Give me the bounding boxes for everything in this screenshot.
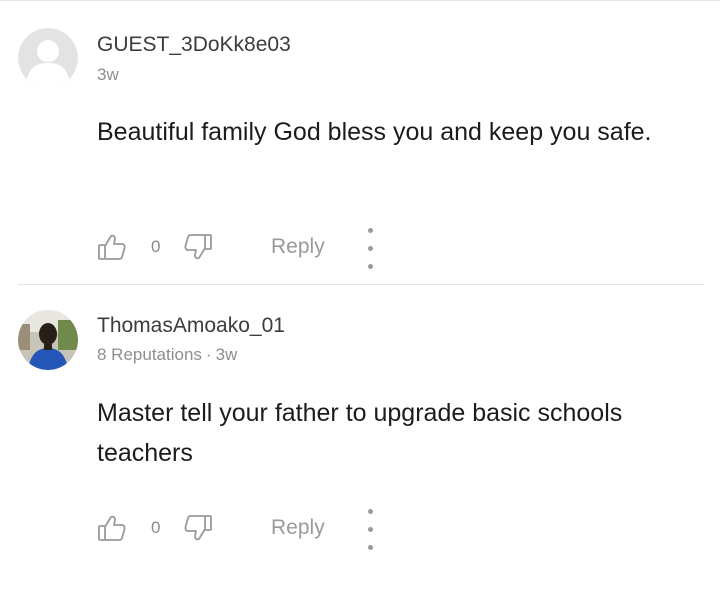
dislike-button[interactable]	[182, 230, 214, 264]
reply-button[interactable]: Reply	[271, 511, 325, 545]
avatar[interactable]	[18, 310, 78, 370]
like-button[interactable]	[96, 511, 128, 545]
comment-meta: 8 Reputations · 3w	[97, 345, 238, 364]
thumbs-down-icon	[184, 234, 212, 260]
more-options-button[interactable]	[368, 228, 376, 269]
comment-time: 3w	[97, 65, 119, 84]
comment-text: Beautiful family God bless you and keep …	[97, 118, 652, 146]
thumbs-up-icon	[98, 515, 126, 541]
comment-time: 3w	[215, 345, 238, 364]
default-avatar-icon	[18, 28, 78, 88]
thumbs-down-icon	[184, 515, 212, 541]
username[interactable]: GUEST_3DoKk8e03	[97, 33, 291, 57]
user-photo-avatar	[18, 310, 78, 370]
like-button[interactable]	[96, 230, 128, 264]
reply-button[interactable]: Reply	[271, 230, 325, 264]
dislike-button[interactable]	[182, 511, 214, 545]
comment-text: Master tell your father to upgrade basic…	[97, 399, 623, 467]
reputation-count: 8 Reputations	[97, 345, 202, 364]
like-count: 0	[151, 237, 161, 256]
avatar[interactable]	[18, 28, 78, 88]
comment-item: GUEST_3DoKk8e03 3w Beautiful family God …	[0, 0, 720, 284]
username[interactable]: ThomasAmoako_01	[97, 314, 285, 338]
comment-item: ThomasAmoako_01 8 Reputations · 3w Master …	[0, 285, 720, 600]
more-dots-icon	[368, 501, 376, 555]
comment-meta: 3w	[97, 65, 119, 85]
like-count: 0	[151, 518, 161, 537]
more-dots-icon	[368, 220, 376, 274]
more-options-button[interactable]	[368, 509, 376, 550]
thumbs-up-icon	[98, 234, 126, 260]
